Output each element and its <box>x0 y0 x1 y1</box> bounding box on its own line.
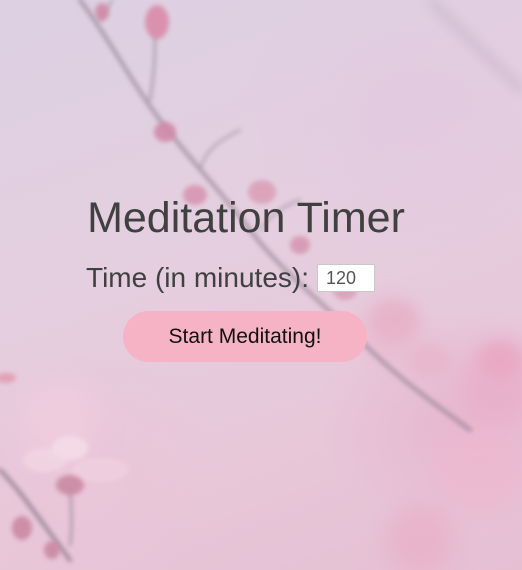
start-meditating-button[interactable]: Start Meditating! <box>123 311 367 362</box>
page-title: Meditation Timer <box>87 194 405 242</box>
minutes-input[interactable] <box>317 264 376 292</box>
time-setting-row: Time (in minutes): <box>86 258 376 298</box>
meditation-timer-panel: Meditation Timer Time (in minutes): Star… <box>0 0 522 570</box>
time-label: Time (in minutes): <box>86 262 310 293</box>
